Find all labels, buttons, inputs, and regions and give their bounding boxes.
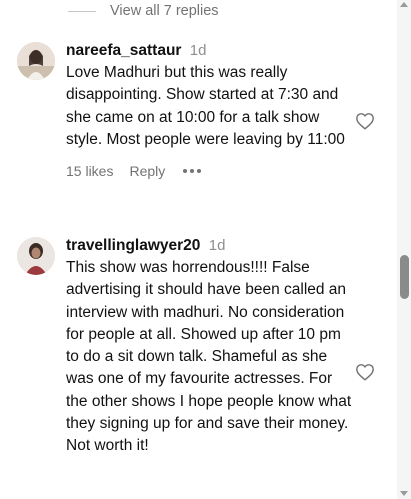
more-options-icon[interactable] (183, 169, 202, 174)
scrollbar-thumb[interactable] (400, 255, 409, 299)
comment-timestamp: 1d (189, 42, 207, 59)
comment-username[interactable]: travellinglawyer20 (66, 237, 200, 254)
view-replies-label: View all 7 replies (110, 3, 219, 19)
heart-icon[interactable] (355, 112, 375, 130)
comment-username[interactable]: nareefa_sattaur (66, 42, 181, 59)
avatar-photo-icon (17, 42, 55, 80)
comment-text: Love Madhuri but this was really disappo… (66, 64, 345, 148)
view-all-replies-button[interactable]: View all 7 replies (68, 0, 219, 22)
avatar[interactable] (17, 237, 55, 275)
comment-likes-count[interactable]: 15 likes (66, 163, 113, 179)
avatar[interactable] (17, 42, 55, 80)
comment-text: This show was horrendous!!!! False adver… (66, 259, 352, 455)
avatar-photo-icon (17, 237, 55, 275)
scrollbar[interactable] (397, 0, 411, 499)
heart-icon[interactable] (355, 363, 375, 381)
scroll-up-arrow-icon[interactable] (400, 2, 408, 7)
replies-divider-line (68, 10, 96, 12)
scroll-down-arrow-icon[interactable] (400, 491, 408, 496)
reply-button[interactable]: Reply (129, 163, 165, 179)
comment-timestamp: 1d (208, 237, 226, 254)
